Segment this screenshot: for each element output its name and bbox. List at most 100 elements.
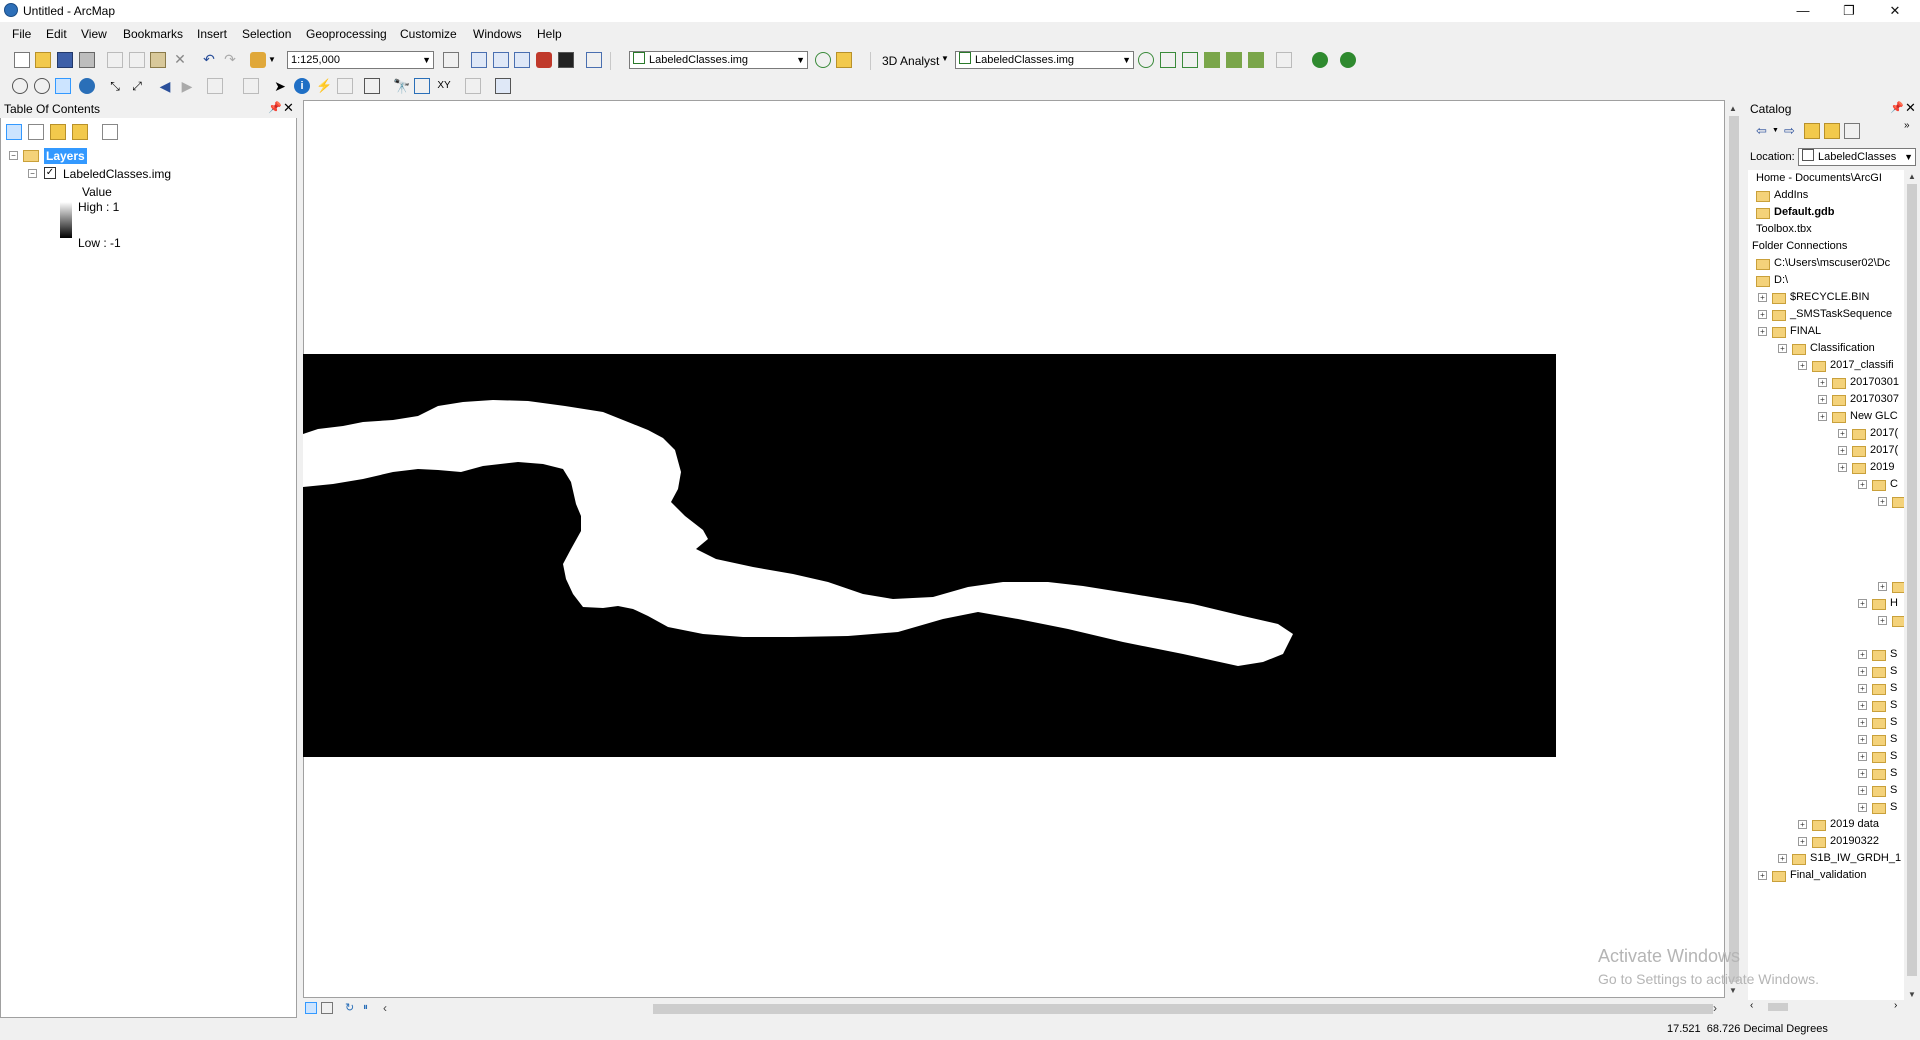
collapse-icon[interactable]: − xyxy=(9,151,18,160)
select-elements-icon[interactable]: ➤ xyxy=(272,78,288,94)
catalog-vertical-scrollbar[interactable]: ▲ ▼ xyxy=(1904,170,1920,1002)
menu-edit[interactable]: Edit xyxy=(46,27,67,41)
scroll-thumb[interactable] xyxy=(1907,184,1917,976)
menu-geoprocessing[interactable]: Geoprocessing xyxy=(306,27,387,41)
data-view-icon[interactable] xyxy=(305,1002,317,1014)
expand-icon[interactable]: + xyxy=(1858,701,1867,710)
menu-insert[interactable]: Insert xyxy=(197,27,227,41)
scroll-thumb[interactable] xyxy=(1768,1003,1788,1011)
expand-icon[interactable]: + xyxy=(1858,786,1867,795)
scroll-right-icon[interactable]: › xyxy=(1713,1001,1729,1017)
line-of-sight-icon[interactable] xyxy=(1182,52,1198,68)
editor-toolbar-icon[interactable] xyxy=(443,52,459,68)
expand-icon[interactable]: + xyxy=(1838,463,1847,472)
expand-icon[interactable]: + xyxy=(1858,803,1867,812)
new-document-icon[interactable] xyxy=(14,52,30,68)
expand-icon[interactable]: + xyxy=(1838,446,1847,455)
undo-icon[interactable]: ↶ xyxy=(201,52,217,68)
expand-icon[interactable]: + xyxy=(1858,769,1867,778)
pin-icon[interactable]: 📌 xyxy=(268,101,282,114)
menu-customize[interactable]: Customize xyxy=(400,27,457,41)
list-by-selection-icon[interactable] xyxy=(72,124,88,140)
catalog-horizontal-scrollbar[interactable]: ‹ › xyxy=(1748,1000,1904,1014)
scroll-down-icon[interactable]: ▼ xyxy=(1729,986,1737,995)
interpolate-line-icon[interactable] xyxy=(1226,52,1242,68)
zoom-out-icon[interactable] xyxy=(34,78,50,94)
map-vertical-scrollbar[interactable]: ▲ ▼ xyxy=(1726,100,1742,998)
expand-icon[interactable]: + xyxy=(1758,293,1767,302)
expand-icon[interactable]: + xyxy=(1758,327,1767,336)
clear-selection-icon[interactable] xyxy=(243,78,259,94)
scroll-down-icon[interactable]: ▼ xyxy=(1908,990,1916,999)
delete-icon[interactable]: ✕ xyxy=(172,52,188,68)
back-extent-icon[interactable]: ◀ xyxy=(157,78,173,94)
expand-icon[interactable]: + xyxy=(1858,667,1867,676)
up-one-level-icon[interactable] xyxy=(1804,123,1820,139)
expand-icon[interactable]: + xyxy=(1878,616,1887,625)
expand-icon[interactable]: + xyxy=(1878,582,1887,591)
scroll-left-icon[interactable]: ‹ xyxy=(383,1001,399,1017)
steepest-path-icon[interactable] xyxy=(1160,52,1176,68)
layout-view-icon[interactable] xyxy=(321,1002,333,1014)
profile-graph-icon[interactable] xyxy=(1276,52,1292,68)
expand-icon[interactable]: + xyxy=(1758,310,1767,319)
expand-icon[interactable]: + xyxy=(1798,837,1807,846)
toc-window-icon[interactable] xyxy=(471,52,487,68)
map-scale-combo[interactable]: 1:125,000 ▼ xyxy=(287,51,434,69)
catalog-window-icon[interactable] xyxy=(493,52,509,68)
expand-icon[interactable]: + xyxy=(1818,395,1827,404)
zoom-in-icon[interactable] xyxy=(12,78,28,94)
pause-drawing-icon[interactable]: ⏸ xyxy=(363,1001,379,1017)
expand-icon[interactable]: + xyxy=(1858,752,1867,761)
expand-icon[interactable]: + xyxy=(1858,684,1867,693)
layer-name[interactable]: LabeledClasses.img xyxy=(63,167,171,181)
expand-icon[interactable]: + xyxy=(1818,378,1827,387)
expand-icon[interactable]: + xyxy=(1858,480,1867,489)
expand-icon[interactable]: + xyxy=(1798,361,1807,370)
scroll-thumb[interactable] xyxy=(1729,116,1739,982)
list-by-source-icon[interactable] xyxy=(28,124,44,140)
cut-icon[interactable] xyxy=(107,52,123,68)
find-route-icon[interactable] xyxy=(414,78,430,94)
expand-icon[interactable]: + xyxy=(1798,820,1807,829)
toc-options-icon[interactable] xyxy=(102,124,118,140)
expand-icon[interactable]: + xyxy=(1858,735,1867,744)
print-icon[interactable] xyxy=(79,52,95,68)
identify-icon[interactable]: i xyxy=(294,78,310,94)
3d-analyst-menu[interactable]: 3D Analyst xyxy=(882,54,939,68)
expand-icon[interactable]: + xyxy=(1758,871,1767,880)
scroll-up-icon[interactable]: ▲ xyxy=(1908,172,1916,181)
layer-visibility-checkbox[interactable]: ✓ xyxy=(44,167,56,179)
expand-icon[interactable]: + xyxy=(1778,854,1787,863)
add-data-icon[interactable] xyxy=(250,52,266,68)
html-popup-icon[interactable] xyxy=(337,78,353,94)
interpolate-point-icon[interactable] xyxy=(1204,52,1220,68)
expand-icon[interactable]: + xyxy=(1818,412,1827,421)
list-by-drawing-order-icon[interactable] xyxy=(6,124,22,140)
fixed-zoom-in-icon[interactable]: ⤡ xyxy=(107,78,123,94)
forward-icon[interactable]: ⇨ xyxy=(1784,123,1800,139)
expand-icon[interactable]: + xyxy=(1858,650,1867,659)
interpolate-polygon-icon[interactable] xyxy=(1248,52,1264,68)
time-slider-icon[interactable] xyxy=(465,78,481,94)
restore-button[interactable]: ❐ xyxy=(1826,0,1872,22)
open-icon[interactable] xyxy=(35,52,51,68)
menu-selection[interactable]: Selection xyxy=(242,27,291,41)
measure-icon[interactable] xyxy=(364,78,380,94)
arcglobe-icon[interactable] xyxy=(1340,52,1356,68)
pan-icon[interactable] xyxy=(55,78,71,94)
expand-icon[interactable]: + xyxy=(1838,429,1847,438)
menu-help[interactable]: Help xyxy=(537,27,562,41)
raster-layer[interactable] xyxy=(303,354,1556,757)
expand-icon[interactable]: + xyxy=(1878,497,1887,506)
menu-bookmarks[interactable]: Bookmarks xyxy=(123,27,183,41)
contour-tool-icon[interactable] xyxy=(1138,52,1154,68)
close-button[interactable]: ✕ xyxy=(1872,0,1918,22)
layers-root[interactable]: Layers xyxy=(44,148,87,164)
expand-icon[interactable]: + xyxy=(1778,344,1787,353)
expand-icon[interactable]: + xyxy=(1858,718,1867,727)
add-data-dropdown-icon[interactable]: ▼ xyxy=(268,52,284,68)
save-icon[interactable] xyxy=(57,52,73,68)
python-window-icon[interactable] xyxy=(558,52,574,68)
hyperlink-icon[interactable]: ⚡ xyxy=(316,78,332,94)
